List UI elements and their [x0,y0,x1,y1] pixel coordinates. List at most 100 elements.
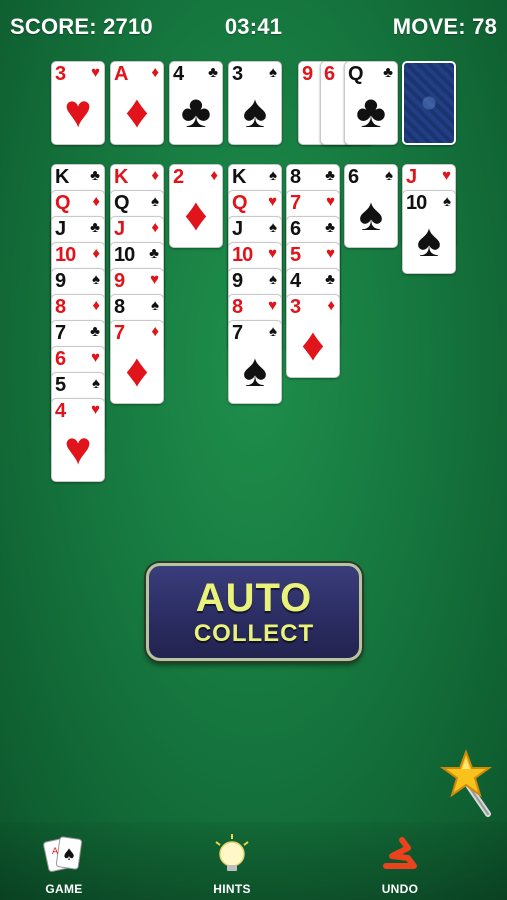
card-suit-large: ♦ [125,344,149,396]
card-rank: K [55,166,69,188]
svg-text:A: A [52,847,59,857]
card-rank: 8 [114,296,125,318]
card-suit-small: ♦ [92,193,100,210]
card-rank: 3 [232,63,243,85]
card-suit-small: ♣ [383,64,393,81]
foundation-card[interactable]: 3 ♥ ♥ [51,61,105,145]
cards-icon: ♠ A [43,836,83,872]
tableau-card[interactable]: 10 ♠ ♠ [402,190,456,274]
card-suit-small: ♥ [326,193,335,210]
card-rank: 4 [55,400,66,422]
card-rank: 9 [302,63,313,85]
auto-collect-label-line1: AUTO [195,576,313,620]
game-button[interactable]: ♠ A GAME [14,822,114,900]
card-suit-small: ♥ [91,349,100,366]
card-suit-small: ♠ [269,219,277,236]
card-suit-small: ♣ [325,271,335,288]
card-rank: 6 [55,348,66,370]
undo-label: UNDO [381,882,419,896]
tableau-card[interactable]: 2 ♦ ♦ [169,164,223,248]
card-suit-small: ♠ [151,193,159,210]
card-suit-small: ♠ [385,167,393,184]
hints-label: HINTS [213,882,251,896]
card-suit-small: ♠ [269,64,277,81]
foundation-card[interactable]: 4 ♣ ♣ [169,61,223,145]
card-suit-small: ♠ [269,271,277,288]
card-suit-small: ♦ [151,323,159,340]
tableau-card[interactable]: 7 ♦ ♦ [110,320,164,404]
card-rank: J [55,218,66,240]
card-suit-small: ♦ [92,297,100,314]
auto-collect-label-line2: COLLECT [193,620,315,647]
card-suit-small: ♠ [151,297,159,314]
card-rank: J [406,166,417,188]
undo-button[interactable]: UNDO [350,822,450,900]
card-rank: 7 [114,322,125,344]
card-suit-small: ♦ [151,167,159,184]
card-suit-small: ♦ [151,219,159,236]
bottom-toolbar: ♠ A GAME HINTS UNDO [0,822,507,900]
card-suit-small: ♥ [442,167,451,184]
card-suit-small: ♥ [268,193,277,210]
card-rank: 8 [55,296,66,318]
undo-arrow-icon [383,837,417,869]
foundation-card[interactable]: A ♦ ♦ [110,61,164,145]
hints-button[interactable]: HINTS [182,822,282,900]
card-rank: 4 [290,270,301,292]
card-suit-small: ♦ [151,64,159,81]
svg-text:♠: ♠ [62,845,76,864]
tableau-card[interactable]: 7 ♠ ♠ [228,320,282,404]
card-rank: 4 [173,63,184,85]
card-rank: 7 [290,192,301,214]
card-rank: 5 [290,244,301,266]
card-suit-small: ♥ [150,271,159,288]
card-rank: 9 [55,270,66,292]
card-suit-large: ♥ [64,85,92,137]
card-suit-small: ♥ [326,245,335,262]
move-counter: MOVE: 78 [392,14,497,39]
card-rank: 9 [114,270,125,292]
card-suit-small: ♠ [92,375,100,392]
card-suit-small: ♣ [149,245,159,262]
card-suit-small: ♠ [269,167,277,184]
magic-wand-star-icon[interactable] [436,748,496,820]
game-label: GAME [45,882,83,896]
card-suit-large: ♠ [242,344,268,396]
card-rank: A [114,63,128,85]
card-rank: Q [232,192,248,214]
card-suit-large: ♦ [125,85,149,137]
card-suit-small: ♥ [268,297,277,314]
stock-pile[interactable] [402,61,456,145]
card-rank: 10 [406,192,427,214]
card-suit-large: ♦ [301,318,325,370]
lightbulb-icon [215,834,249,871]
card-suit-large: ♠ [242,85,268,137]
tableau-card[interactable]: 4 ♥ ♥ [51,398,105,482]
card-suit-small: ♠ [269,323,277,340]
card-rank: 5 [55,374,66,396]
card-suit-small: ♣ [325,167,335,184]
card-rank: K [114,166,128,188]
auto-collect-button[interactable]: AUTO COLLECT [146,563,362,661]
card-suit-small: ♥ [91,401,100,418]
tableau-card[interactable]: 3 ♦ ♦ [286,294,340,378]
card-suit-small: ♥ [91,64,100,81]
card-rank: 8 [232,296,243,318]
card-suit-small: ♣ [325,219,335,236]
card-suit-small: ♠ [92,271,100,288]
waste-card[interactable]: Q ♣ ♣ [344,61,398,145]
card-suit-large: ♦ [184,188,208,240]
card-suit-large: ♣ [355,85,387,137]
card-rank: 3 [55,63,66,85]
card-rank: 6 [348,166,359,188]
tableau-card[interactable]: 6 ♠ ♠ [344,164,398,248]
card-suit-small: ♦ [210,167,218,184]
card-rank: 9 [232,270,243,292]
card-rank: 10 [55,244,76,266]
card-suit-large: ♠ [358,188,384,240]
card-rank: 7 [55,322,66,344]
foundation-card[interactable]: 3 ♠ ♠ [228,61,282,145]
card-suit-small: ♣ [90,323,100,340]
card-rank: Q [114,192,130,214]
card-rank: 6 [290,218,301,240]
